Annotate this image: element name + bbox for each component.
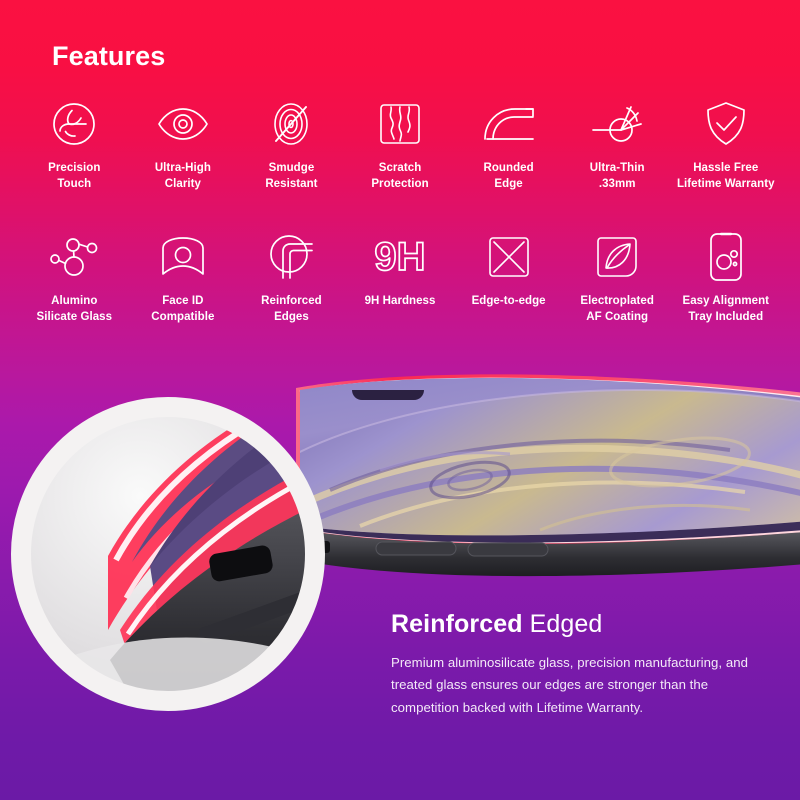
- smudge-resistant-icon: [256, 95, 326, 153]
- feature-label: Smudge Resistant: [265, 162, 318, 191]
- feature-item-ultra-high-clarity[interactable]: Ultra-High Clarity: [129, 95, 238, 193]
- scratch-protection-icon: [365, 95, 435, 153]
- blurb-body: Premium aluminosilicate glass, precision…: [391, 654, 748, 715]
- phone-illustration: [11, 374, 800, 711]
- page-title: Features: [52, 41, 166, 71]
- blurb-title: Reinforced Edged: [391, 610, 771, 639]
- feature-label: Easy Alignment Tray Included: [682, 295, 770, 324]
- feature-item-edge-to-edge[interactable]: Edge-to-edge: [454, 228, 563, 326]
- shield-check-icon: [691, 95, 761, 153]
- feature-item-9h-hardness[interactable]: 9H 9H Hardness: [346, 228, 455, 326]
- feature-label: Rounded Edge: [483, 162, 534, 191]
- feature-item-face-id-compatible[interactable]: Face ID Compatible: [129, 228, 238, 326]
- description-block: Reinforced Edged Premium aluminosilicate…: [391, 610, 771, 720]
- feature-item-alignment-tray[interactable]: Easy Alignment Tray Included: [671, 228, 780, 326]
- af-coating-icon: [582, 228, 652, 286]
- feature-item-rounded-edge[interactable]: Rounded Edge: [454, 95, 563, 193]
- blurb-title-strong: Reinforced: [391, 610, 523, 638]
- feature-label: Ultra-Thin .33mm: [589, 162, 645, 191]
- feature-label: Alumino Silicate Glass: [36, 295, 113, 324]
- hardness-9h-icon: 9H: [365, 228, 435, 286]
- feature-label: Hassle Free Lifetime Warranty: [676, 162, 775, 191]
- feature-label: Scratch Protection: [371, 162, 429, 191]
- volume-button-down: [467, 542, 549, 557]
- eye-clarity-icon: [148, 95, 218, 153]
- feature-label: Edge-to-edge: [471, 295, 546, 307]
- face-id-icon: [148, 228, 218, 286]
- edge-to-edge-icon: [474, 228, 544, 286]
- feature-item-af-coating[interactable]: Electroplated AF Coating: [563, 228, 672, 326]
- precision-touch-icon: [39, 95, 109, 153]
- infographic-canvas: Features Precision Touch Ultra-High Clar…: [0, 0, 800, 800]
- product-hero-image: [0, 330, 800, 800]
- feature-item-smudge-resistant[interactable]: Smudge Resistant: [237, 95, 346, 193]
- feature-label: Reinforced Edges: [261, 295, 322, 324]
- molecule-icon: [39, 228, 109, 286]
- feature-grid-row-2: Alumino Silicate Glass Face ID Compatibl…: [20, 228, 780, 326]
- reinforced-edges-icon: [256, 228, 326, 286]
- feature-label: 9H Hardness: [364, 295, 436, 307]
- feature-item-reinforced-edges[interactable]: Reinforced Edges: [237, 228, 346, 326]
- feature-item-scratch-protection[interactable]: Scratch Protection: [346, 95, 455, 193]
- feature-item-precision-touch[interactable]: Precision Touch: [20, 95, 129, 193]
- feature-item-alumino-silicate-glass[interactable]: Alumino Silicate Glass: [20, 228, 129, 326]
- ultra-thin-icon: [582, 95, 652, 153]
- hardness-9h-glyph: 9H: [374, 235, 425, 279]
- alignment-tray-icon: [691, 228, 761, 286]
- volume-button-up: [375, 541, 457, 556]
- rounded-edge-icon: [474, 95, 544, 153]
- blurb-title-light: Edged: [522, 610, 603, 638]
- feature-label: Face ID Compatible: [151, 295, 215, 324]
- feature-label: Ultra-High Clarity: [154, 162, 211, 191]
- feature-label: Electroplated AF Coating: [580, 295, 654, 324]
- feature-grid-row-1: Precision Touch Ultra-High Clarity Smudg…: [20, 95, 780, 193]
- feature-label: Precision Touch: [48, 162, 101, 191]
- feature-item-hassle-free-warranty[interactable]: Hassle Free Lifetime Warranty: [671, 95, 780, 193]
- feature-item-ultra-thin[interactable]: Ultra-Thin .33mm: [563, 95, 672, 193]
